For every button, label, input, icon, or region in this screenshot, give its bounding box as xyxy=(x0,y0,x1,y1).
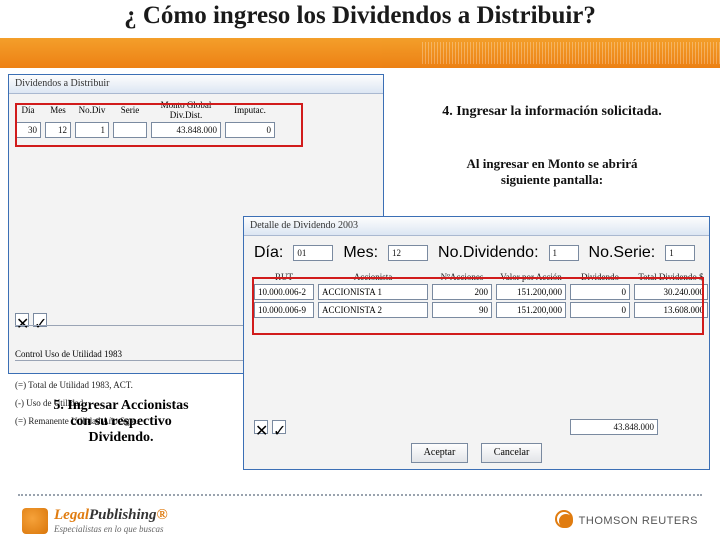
mes-input[interactable]: 12 xyxy=(388,245,428,261)
lp-icon xyxy=(22,508,48,534)
close-icon[interactable]: ✕ xyxy=(254,420,268,434)
cancelar-button[interactable]: Cancelar xyxy=(481,443,543,463)
aceptar-button[interactable]: Aceptar xyxy=(411,443,469,463)
step-4-text: 4. Ingresar la información solicitada. xyxy=(400,104,704,120)
highlight-box-2 xyxy=(252,277,704,335)
serie-input[interactable]: 1 xyxy=(665,245,695,261)
step-4-note: Al ingresar en Monto se abrirá siguiente… xyxy=(398,156,706,188)
thomson-reuters-logo: THOMSON REUTERS xyxy=(559,514,698,528)
dia-input[interactable]: 01 xyxy=(293,245,333,261)
highlight-box-1 xyxy=(15,103,303,147)
window-detalle-dividendo: Detalle de Dividendo 2003 Día: 01 Mes: 1… xyxy=(243,216,710,470)
header-band xyxy=(0,38,720,68)
legal-publishing-logo: LegalPublishing® Especialistas en lo que… xyxy=(22,507,168,534)
slide-title: ¿ Cómo ingreso los Dividendos a Distribu… xyxy=(0,2,720,30)
total-field: 43.848.000 xyxy=(570,419,658,435)
check-icon[interactable]: ✓ xyxy=(272,420,286,434)
tr-icon xyxy=(559,514,573,528)
confirm-controls: ✕ ✓ 43.848.000 xyxy=(254,419,658,435)
window-title: Detalle de Dividendo 2003 xyxy=(244,217,709,236)
window-title: Dividendos a Distribuir xyxy=(9,75,383,94)
footer-divider xyxy=(18,494,702,496)
nodiv-input[interactable]: 1 xyxy=(549,245,579,261)
step-5-text: 5. Ingresar Accionistas con su respectiv… xyxy=(16,398,226,446)
footer: LegalPublishing® Especialistas en lo que… xyxy=(0,490,720,540)
